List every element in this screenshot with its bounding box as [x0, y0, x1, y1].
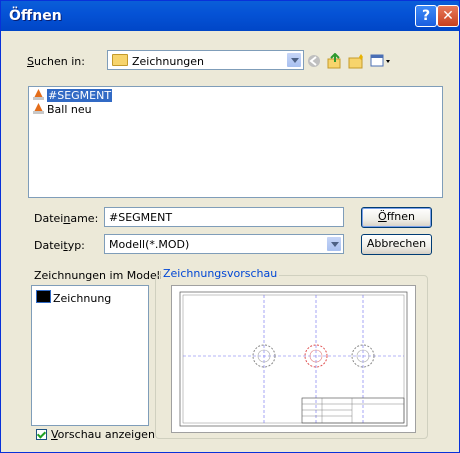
preview-title: Zeichnungsvorschau — [161, 267, 280, 280]
filetype-dropdown[interactable]: Modell(*.MOD) — [104, 234, 344, 254]
drawing-icon — [36, 290, 51, 303]
filetype-label: Dateityp: — [34, 239, 85, 252]
drawing-preview — [171, 285, 416, 433]
look-in-value: Zeichnungen — [132, 55, 205, 68]
folder-icon — [112, 54, 128, 66]
back-arrow-icon — [308, 55, 320, 67]
show-preview-checkbox[interactable] — [36, 429, 47, 440]
model-file-icon — [33, 103, 44, 114]
filename-value: #SEGMENT — [109, 211, 173, 224]
back-button[interactable] — [306, 53, 324, 69]
new-folder-icon — [348, 54, 363, 69]
drawing-preview-canvas — [179, 291, 408, 427]
title-bar[interactable]: Öffnen ? ✕ — [1, 1, 459, 31]
close-icon: ✕ — [442, 8, 454, 24]
file-item-segment[interactable]: #SEGMENT — [33, 89, 113, 103]
close-button[interactable]: ✕ — [437, 5, 459, 27]
chevron-down-icon[interactable] — [326, 236, 342, 252]
question-icon: ? — [421, 8, 431, 24]
up-folder-button[interactable] — [326, 52, 344, 69]
filetype-value: Modell(*.MOD) — [109, 238, 190, 251]
cancel-button[interactable]: Abbrechen — [361, 234, 432, 255]
open-dialog: Öffnen ? ✕ Suchen in: Zeichnungen #SEGME… — [0, 0, 460, 453]
drawing-item[interactable]: Zeichnung — [36, 290, 111, 305]
drawings-label: Zeichnungen im Modell: — [34, 269, 167, 282]
filename-field[interactable]: #SEGMENT — [104, 207, 344, 227]
filename-label: Dateiname: — [34, 212, 99, 225]
look-in-dropdown[interactable]: Zeichnungen — [107, 50, 304, 70]
drawings-list[interactable]: Zeichnung — [31, 285, 149, 426]
chevron-down-icon[interactable] — [286, 52, 302, 68]
new-folder-button[interactable] — [348, 53, 366, 69]
file-item-ball-neu[interactable]: Ball neu — [33, 103, 92, 117]
show-preview-label: Vorschau anzeigen — [51, 428, 155, 441]
open-button[interactable]: Öffnen — [361, 207, 432, 228]
up-folder-icon — [327, 52, 341, 69]
model-file-icon — [33, 89, 44, 100]
view-menu-button[interactable] — [370, 53, 392, 69]
look-in-label: Suchen in: — [27, 55, 85, 68]
window-title: Öffnen — [9, 8, 62, 24]
help-button[interactable]: ? — [415, 5, 437, 27]
file-list[interactable]: #SEGMENT Ball neu — [28, 86, 443, 198]
view-menu-icon — [370, 54, 390, 67]
